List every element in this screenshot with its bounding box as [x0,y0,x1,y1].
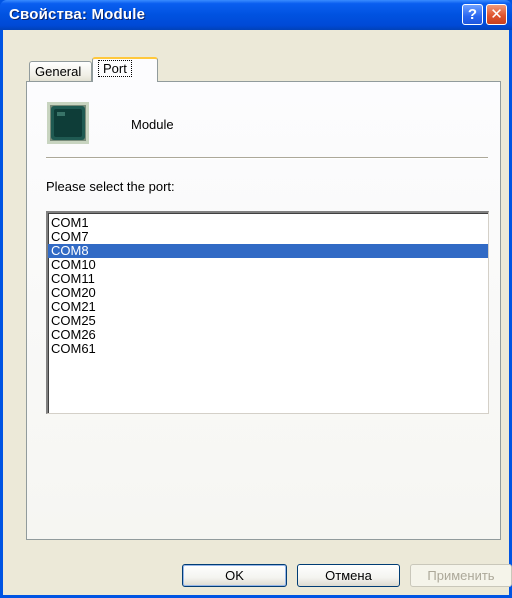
help-button[interactable]: ? [462,4,483,25]
port-prompt: Please select the port: [46,179,175,194]
properties-dialog: Свойства: Module ? ✕ General Port Module… [0,0,512,598]
list-item[interactable]: COM26 [48,328,488,342]
chip-icon [47,102,89,144]
ok-button[interactable]: OK [182,564,287,587]
list-item[interactable]: COM21 [48,300,488,314]
cancel-button[interactable]: Отмена [297,564,400,587]
tab-general-label: General [35,64,82,79]
list-item[interactable]: COM7 [48,230,488,244]
port-listbox[interactable]: COM1 COM7 COM8 COM10 COM11 COM20 COM21 C… [46,211,489,414]
separator [46,157,488,159]
question-mark-icon: ? [467,6,478,23]
list-item[interactable]: COM1 [48,216,488,230]
apply-button[interactable]: Применить [410,564,512,587]
tab-port[interactable]: Port [92,57,158,82]
tab-port-label: Port [98,60,132,77]
list-item-selected[interactable]: COM8 [48,244,488,258]
close-button[interactable]: ✕ [486,4,507,25]
list-item[interactable]: COM20 [48,286,488,300]
tab-general[interactable]: General [29,61,92,81]
list-item[interactable]: COM11 [48,272,488,286]
list-item[interactable]: COM61 [48,342,488,356]
title-bar[interactable]: Свойства: Module ? ✕ [0,0,512,30]
list-item[interactable]: COM25 [48,314,488,328]
list-item[interactable]: COM10 [48,258,488,272]
window-title: Свойства: Module [9,6,146,23]
close-icon: ✕ [490,6,503,23]
device-name: Module [131,117,174,132]
